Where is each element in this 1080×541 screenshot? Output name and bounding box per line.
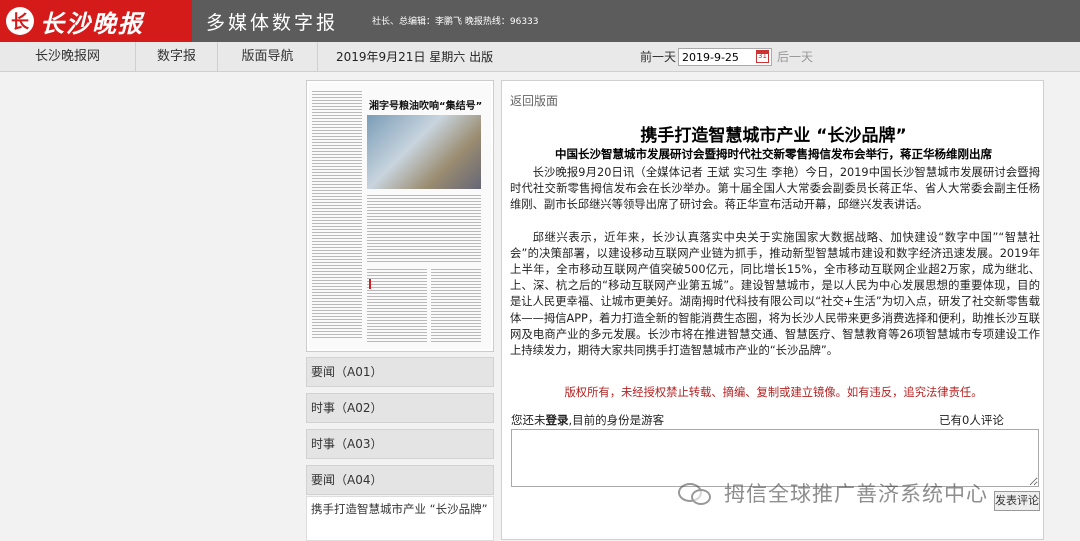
site-header: 长 长沙晚报 多媒体数字报 社长、总编辑：李鹏飞 晚报热线：96333 xyxy=(0,0,1080,42)
header-title: 多媒体数字报 xyxy=(206,12,339,34)
article-body: 长沙晚报9月20日讯（全媒体记者 王斌 实习生 李艳）今日，2019中国长沙智慧… xyxy=(510,165,1040,375)
nav-item-site[interactable]: 长沙晚报网 xyxy=(0,42,136,72)
header-info: 社长、总编辑：李鹏飞 晚报热线：96333 xyxy=(372,17,539,27)
section-a02[interactable]: 时事（A02） xyxy=(306,393,494,423)
thumbnail-text-block xyxy=(367,267,427,343)
section-a03[interactable]: 时事（A03） xyxy=(306,429,494,459)
login-suffix: ,目前的身份是游客 xyxy=(568,413,665,427)
wechat-icon xyxy=(676,479,716,507)
login-prefix: 您还未 xyxy=(511,413,546,427)
thumbnail-marker xyxy=(369,279,371,289)
article-paragraph: 邱继兴表示，近年来，长沙认真落实中央关于实施国家大数据战略、加快建设“数字中国”… xyxy=(510,230,1040,358)
prev-day-link[interactable]: 前一天 xyxy=(640,42,676,72)
thumbnail-text-column xyxy=(312,89,362,339)
section-a04[interactable]: 要闻（A04） xyxy=(306,465,494,495)
page-thumbnail[interactable]: 湘字号粮油吹响“集结号” xyxy=(306,80,494,352)
nav-bar: 长沙晚报网 数字报 版面导航 2019年9月21日 星期六 出版 前一天 31 … xyxy=(0,42,1080,72)
thumbnail-headline: 湘字号粮油吹响“集结号” xyxy=(369,101,483,112)
thumbnail-text-block xyxy=(431,267,481,343)
copyright-notice: 版权所有，未经授权禁止转载、摘编、复制或建立镜像。如有违反，追究法律责任。 xyxy=(564,386,983,399)
article-subtitle: 中国长沙智慧城市发展研讨会暨拇时代社交新零售拇信发布会举行，蒋正华杨维刚出席 xyxy=(555,147,992,161)
section-a01[interactable]: 要闻（A01） xyxy=(306,357,494,387)
nav-item-digital-paper[interactable]: 数字报 xyxy=(136,42,218,72)
nav-item-layout-nav[interactable]: 版面导航 xyxy=(218,42,318,72)
publish-date: 2019年9月21日 星期六 出版 xyxy=(336,50,494,64)
article-paragraph: 长沙晚报9月20日讯（全媒体记者 王斌 实习生 李艳）今日，2019中国长沙智慧… xyxy=(510,166,1040,212)
article-panel: 返回版面 携手打造智慧城市产业 “长沙品牌” 中国长沙智慧城市发展研讨会暨拇时代… xyxy=(501,80,1044,540)
back-to-page-link[interactable]: 返回版面 xyxy=(510,92,558,109)
next-day-link[interactable]: 后一天 xyxy=(777,42,813,72)
section-article-link[interactable]: 携手打造智慧城市产业 “长沙品牌” xyxy=(306,496,494,541)
login-link[interactable]: 登录 xyxy=(546,413,569,427)
calendar-icon[interactable]: 31 xyxy=(756,50,769,63)
site-logo[interactable]: 长 长沙晚报 xyxy=(0,0,192,42)
article-title: 携手打造智慧城市产业 “长沙品牌” xyxy=(640,126,907,146)
thumbnail-photo xyxy=(367,115,481,189)
logo-mark: 长 xyxy=(6,7,34,35)
watermark: 拇信全球推广善济系统中心 xyxy=(676,478,988,508)
submit-comment-button[interactable]: 发表评论 xyxy=(994,491,1040,511)
comment-login-status: 您还未登录,目前的身份是游客 xyxy=(511,412,664,428)
logo-text: 长沙晚报 xyxy=(40,8,144,38)
watermark-text: 拇信全球推广善济系统中心 xyxy=(724,482,988,506)
thumbnail-page: 湘字号粮油吹响“集结号” xyxy=(309,83,491,349)
comment-count: 已有0人评论 xyxy=(939,413,1004,427)
thumbnail-text-block xyxy=(367,193,481,263)
